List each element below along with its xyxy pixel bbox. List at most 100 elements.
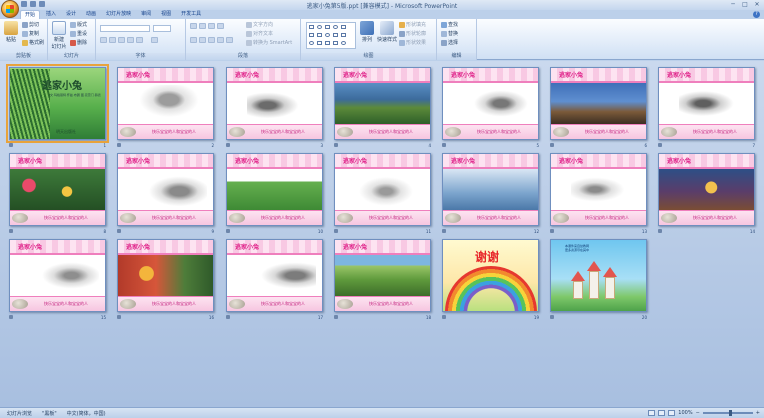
slide-thumbnail-10[interactable]: 逃家小兔 快乐宝宝的人和宝宝的人 [226,153,323,226]
slide-thumbnail-3[interactable]: 逃家小兔 快乐宝宝的人和宝宝的人 [226,67,323,140]
text-direction-button[interactable]: 文字方向 [246,21,273,28]
slide-thumbnail-20[interactable]: 本课件来自幼教网 更多资源尽在其中 [550,239,647,312]
status-language[interactable]: 中文(简体，中国) [64,410,109,417]
bullets-icon[interactable] [190,23,197,29]
transition-icon [9,315,13,319]
slide-sorter-view-icon[interactable] [658,410,666,416]
minimize-button[interactable]: ─ [728,1,738,8]
font-color-icon[interactable] [151,37,158,43]
underline-icon[interactable] [118,37,125,43]
shapes-gallery[interactable] [306,22,356,49]
cut-button[interactable]: 剪切 [22,21,39,28]
save-icon[interactable] [21,1,27,7]
undo-icon[interactable] [30,1,36,7]
zoom-slider-thumb[interactable] [728,410,732,416]
new-slide-button[interactable]: 新建 幻灯片 [51,21,67,50]
slide-thumbnail-8[interactable]: 逃家小兔 快乐宝宝的人和宝宝的人 [9,153,106,226]
select-button[interactable]: 选择 [441,39,458,46]
slide-header: 逃家小兔 [343,158,368,165]
slide-footer: 快乐宝宝的人和宝宝的人 [585,129,629,134]
paste-button[interactable]: 粘贴 [3,21,19,43]
illustration [227,169,322,210]
redo-icon[interactable] [39,1,45,7]
slide-meta-2: 2 [117,143,214,149]
tab-insert[interactable]: 插入 [42,10,60,19]
slide-thumbnail-7[interactable]: 逃家小兔 快乐宝宝的人和宝宝的人 [658,67,755,140]
slide-header: 逃家小兔 [667,158,692,165]
group-label-drawing: 绘图 [301,53,436,60]
tab-view[interactable]: 视图 [157,10,175,19]
slide-thumbnail-9[interactable]: 逃家小兔 快乐宝宝的人和宝宝的人 [117,153,214,226]
slide-thumbnail-13[interactable]: 逃家小兔 快乐宝宝的人和宝宝的人 [550,153,647,226]
slide-thumbnail-5[interactable]: 逃家小兔 快乐宝宝的人和宝宝的人 [442,67,539,140]
help-icon[interactable]: ? [753,11,760,18]
tab-review[interactable]: 审阅 [137,10,155,19]
align-text-button[interactable]: 对齐文本 [246,30,273,37]
slide-thumbnail-16[interactable]: 逃家小兔 快乐宝宝的人和宝宝的人 [117,239,214,312]
tab-home[interactable]: 开始 [20,10,41,19]
slide-thumbnail-1[interactable]: 逃家小兔 文·玛格丽特·怀兹·布朗 图·克雷门·赫德 明天出版社 [6,64,109,143]
maximize-button[interactable]: □ [740,1,750,8]
numbering-icon[interactable] [199,23,206,29]
normal-view-icon[interactable] [648,410,656,416]
align-left-icon[interactable] [190,37,197,43]
tab-developer[interactable]: 开发工具 [177,10,205,19]
replace-button[interactable]: 替换 [441,30,458,37]
zoom-slider[interactable] [702,410,753,416]
strikethrough-icon[interactable] [127,37,134,43]
ribbon-tabs: 开始 插入 设计 动画 幻灯片放映 审阅 视图 开发工具 [20,10,205,19]
bold-icon[interactable] [100,37,107,43]
slide-meta-6: 6 [550,143,647,149]
tab-slideshow[interactable]: 幻灯片放映 [102,10,135,19]
slide-thumbnail-18[interactable]: 逃家小兔 快乐宝宝的人和宝宝的人 [334,239,431,312]
slide-thumbnail-17[interactable]: 逃家小兔 快乐宝宝的人和宝宝的人 [226,239,323,312]
justify-icon[interactable] [217,37,224,43]
slide-thumbnail-11[interactable]: 逃家小兔 快乐宝宝的人和宝宝的人 [334,153,431,226]
slide-thumbnail-12[interactable]: 逃家小兔 快乐宝宝的人和宝宝的人 [442,153,539,226]
columns-icon[interactable] [226,37,233,43]
reset-button[interactable]: 重设 [70,30,87,37]
smartart-button[interactable]: 转换为 SmartArt [246,39,292,46]
find-button[interactable]: 查找 [441,21,458,28]
close-button[interactable]: ✕ [752,1,762,8]
shadow-icon[interactable] [136,37,143,43]
slide-meta-7: 7 [658,143,755,149]
layout-button[interactable]: 版式 [70,21,87,28]
transition-icon [226,229,230,233]
tab-animations[interactable]: 动画 [82,10,100,19]
slide-thumbnail-14[interactable]: 逃家小兔 快乐宝宝的人和宝宝的人 [658,153,755,226]
shape-outline-button[interactable]: 形状轮廓 [399,30,426,37]
align-right-icon[interactable] [208,37,215,43]
delete-slide-button[interactable]: 删除 [70,39,87,46]
increase-indent-icon[interactable] [217,23,224,29]
arrange-button[interactable]: 排列 [359,21,375,43]
decrease-indent-icon[interactable] [208,23,215,29]
illustration [247,85,316,122]
font-size-field[interactable] [153,25,171,32]
group-slides: 新建 幻灯片 版式 重设 删除 幻灯片 [48,19,96,60]
shape-fill-button[interactable]: 形状填充 [399,21,426,28]
slide-thumbnail-15[interactable]: 逃家小兔 快乐宝宝的人和宝宝的人 [9,239,106,312]
quick-styles-button[interactable]: 快速样式 [377,21,397,43]
slide-thumbnail-4[interactable]: 逃家小兔 快乐宝宝的人和宝宝的人 [334,67,431,140]
rock-icon [120,299,136,309]
slide-thumbnail-19[interactable]: 谢谢 [442,239,539,312]
format-painter-button[interactable]: 格式刷 [22,39,44,46]
office-logo-icon [6,5,14,13]
copy-button[interactable]: 复制 [22,30,39,37]
transition-icon [442,229,446,233]
font-name-field[interactable] [100,25,150,32]
align-center-icon[interactable] [199,37,206,43]
slide-header: 逃家小兔 [559,158,584,165]
slide-thumbnail-6[interactable]: 逃家小兔 快乐宝宝的人和宝宝的人 [550,67,647,140]
zoom-out-icon[interactable]: − [696,410,700,416]
zoom-in-icon[interactable]: + [756,410,760,416]
tab-design[interactable]: 设计 [62,10,80,19]
italic-icon[interactable] [109,37,116,43]
slide-thumbnail-2[interactable]: 逃家小兔 快乐宝宝的人和宝宝的人 [117,67,214,140]
office-button[interactable] [1,0,19,18]
zoom-level[interactable]: 100% [678,410,692,416]
shape-effects-button[interactable]: 形状效果 [399,39,426,46]
window-controls: ─ □ ✕ [728,1,762,8]
slideshow-view-icon[interactable] [668,410,676,416]
